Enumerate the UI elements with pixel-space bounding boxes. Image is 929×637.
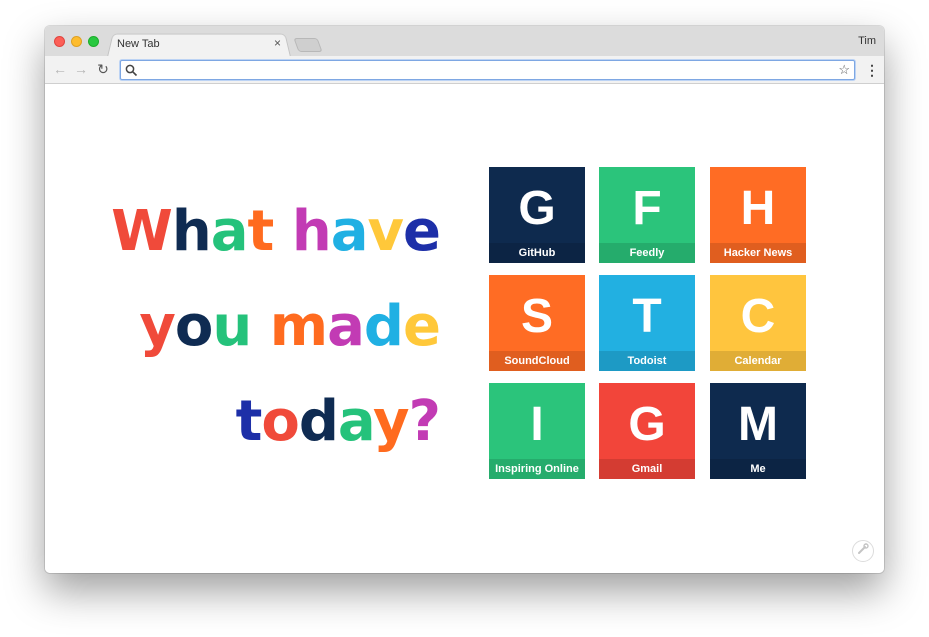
search-icon <box>125 64 138 77</box>
headline-line-1: What have <box>111 184 441 279</box>
headline: What have you made today? <box>111 184 442 469</box>
tab-title: New Tab <box>117 38 160 50</box>
headline-letter: W <box>111 199 173 264</box>
headline-letter: d <box>363 294 404 359</box>
tile-label: Me <box>710 459 806 479</box>
tile-hacker-news[interactable]: H Hacker News <box>710 167 806 263</box>
headline-letter: h <box>171 199 212 264</box>
headline-letter: u <box>212 294 252 359</box>
headline-line-2: you made <box>111 279 441 374</box>
tile-letter: G <box>518 182 556 235</box>
tile-label: Todoist <box>599 351 695 371</box>
tile-label: SoundCloud <box>489 351 585 371</box>
profile-name[interactable]: Tim <box>858 35 876 47</box>
headline-letter <box>251 294 270 359</box>
tile-me[interactable]: M Me <box>710 383 806 479</box>
tile-feedly[interactable]: F Feedly <box>599 167 695 263</box>
headline-letter: a <box>337 389 374 454</box>
headline-line-3: today? <box>111 374 442 469</box>
headline-letter: ? <box>408 389 442 454</box>
new-tab-page: What have you made today? G GitHub F Fee… <box>45 84 884 573</box>
headline-letter: a <box>210 199 249 264</box>
headline-letter: e <box>403 294 441 359</box>
minimize-window-button[interactable] <box>71 36 82 47</box>
headline-letter: t <box>247 199 275 264</box>
bookmark-star-icon[interactable]: ☆ <box>838 61 850 79</box>
new-tab-button[interactable] <box>293 38 323 52</box>
wrench-glyph <box>858 543 869 554</box>
headline-letter: a <box>327 294 365 359</box>
address-bar[interactable]: ☆ <box>120 60 855 80</box>
tile-todoist[interactable]: T Todoist <box>599 275 695 371</box>
tile-calendar[interactable]: C Calendar <box>710 275 806 371</box>
address-input[interactable] <box>141 62 831 78</box>
tile-letter: S <box>520 290 553 343</box>
headline-letter: d <box>298 389 339 454</box>
tile-inspiring-online[interactable]: I Inspiring Online <box>489 383 585 479</box>
title-bar: New Tab × Tim <box>45 26 884 57</box>
tile-gmail[interactable]: G Gmail <box>599 383 695 479</box>
headline-letter: y <box>373 389 410 454</box>
menu-dots-icon[interactable]: ⋮ <box>865 61 879 79</box>
headline-letter: y <box>139 294 176 359</box>
zoom-window-button[interactable] <box>88 36 99 47</box>
headline-letter: t <box>235 389 263 454</box>
tile-letter: C <box>740 290 776 343</box>
headline-letter: m <box>269 294 328 359</box>
tile-label: Calendar <box>710 351 806 371</box>
tile-letter: H <box>740 182 776 235</box>
headline-letter: a <box>330 199 369 264</box>
browser-toolbar: ← → ↻ ☆ ⋮ <box>45 56 884 84</box>
headline-letter: e <box>403 199 441 264</box>
close-window-button[interactable] <box>54 36 65 47</box>
tile-label: GitHub <box>489 243 585 263</box>
tile-letter: M <box>738 398 778 451</box>
tile-soundcloud[interactable]: S SoundCloud <box>489 275 585 371</box>
forward-arrow-icon[interactable]: → <box>72 60 90 78</box>
tile-label: Hacker News <box>710 243 806 263</box>
tile-letter: T <box>632 290 662 343</box>
headline-letter: h <box>291 199 332 264</box>
tile-letter: F <box>632 182 662 235</box>
reload-icon[interactable]: ↻ <box>94 60 112 78</box>
browser-window: New Tab × Tim ← → ↻ ☆ ⋮ What have you ma… <box>45 26 884 573</box>
tile-letter: I <box>530 398 544 451</box>
tile-label: Inspiring Online <box>489 459 585 479</box>
tile-label: Feedly <box>599 243 695 263</box>
tab-close-icon[interactable]: × <box>274 36 281 50</box>
headline-letter: v <box>367 199 405 264</box>
tile-letter: G <box>628 398 666 451</box>
tile-label: Gmail <box>599 459 695 479</box>
tile-github[interactable]: G GitHub <box>489 167 585 263</box>
shortcut-grid: G GitHub F Feedly H Hacker News S SoundC… <box>489 167 806 479</box>
headline-letter: o <box>261 389 299 454</box>
wrench-icon[interactable] <box>852 540 874 562</box>
headline-letter <box>273 199 292 264</box>
back-arrow-icon[interactable]: ← <box>51 60 69 78</box>
headline-letter: o <box>174 294 213 359</box>
